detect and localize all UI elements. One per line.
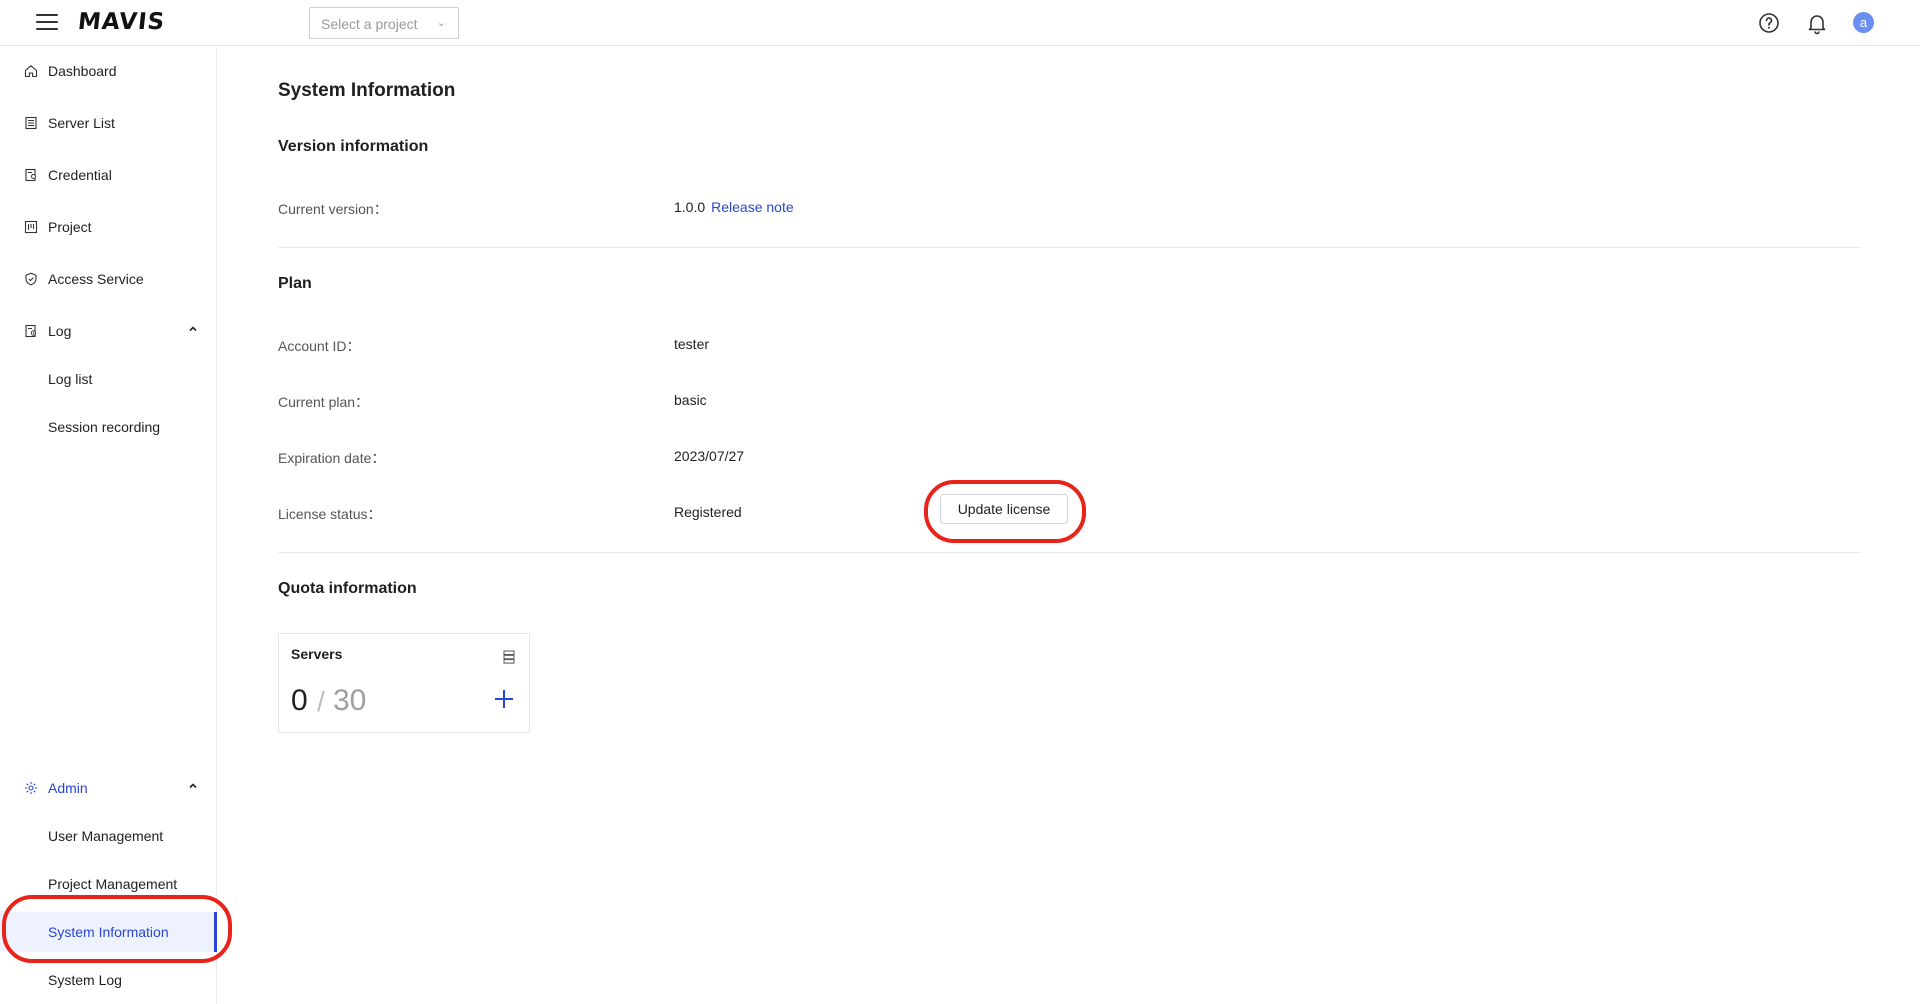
update-license-button[interactable]: Update license [940,494,1068,524]
sidebar: Dashboard Server List Credential Project… [0,47,217,1004]
divider [278,247,1862,248]
version-section-title: Version information [278,138,429,155]
shield-icon [25,272,37,286]
page-title: System Information [278,80,456,101]
current-version-label: Current version： [278,201,388,217]
sidebar-item-log-list[interactable]: Log list [0,359,217,399]
top-bar: MAVIS Select a project ⌄ a [0,0,1920,46]
log-icon [25,324,37,338]
add-icon[interactable] [493,688,515,710]
current-plan-label: Current plan： [278,394,370,410]
bell-icon[interactable] [1805,11,1829,35]
license-status-label: License status： [278,506,382,522]
quota-section-title: Quota information [278,580,417,597]
sidebar-item-session-recording[interactable]: Session recording [0,407,217,447]
plan-section-title: Plan [278,275,312,292]
sidebar-item-system-information[interactable]: System Information [0,912,217,952]
chevron-down-icon: ⌄ [436,17,446,29]
gear-icon [25,782,37,794]
sidebar-item-log[interactable]: Log [0,311,217,351]
sidebar-item-label: Project Management [48,876,178,892]
quota-used: 0 [291,684,308,717]
credential-icon [25,168,36,182]
home-icon [24,65,38,78]
project-select[interactable]: Select a project ⌄ [309,7,459,39]
chevron-up-icon[interactable] [187,780,199,792]
expiration-date-value: 2023/07/27 [674,448,745,464]
menu-icon[interactable] [36,14,58,32]
sidebar-item-label: Credential [48,167,112,183]
divider [278,552,1862,553]
release-note-link[interactable]: Release note [711,199,794,215]
license-status-value: Registered [674,504,742,520]
server-list-icon [25,116,37,130]
current-version-value: 1.0.0 Release note [674,199,794,215]
project-icon [24,220,38,234]
servers-quota-card: Servers 0 / 30 [278,633,530,733]
quota-card-title: Servers [291,646,343,662]
sidebar-item-label: System Log [48,972,122,988]
expiration-date-label: Expiration date： [278,450,386,466]
sidebar-item-admin[interactable]: Admin [0,768,217,808]
sidebar-item-label: Log list [48,371,93,387]
app-logo[interactable]: MAVIS [77,9,167,35]
account-id-label: Account ID： [278,338,361,354]
project-select-placeholder: Select a project [321,16,418,32]
sidebar-item-label: System Information [48,924,169,940]
account-id-value: tester [674,336,710,352]
quota-separator: / [317,686,325,717]
sidebar-item-label: Admin [48,780,88,796]
sidebar-item-dashboard[interactable]: Dashboard [0,51,217,91]
sidebar-item-access-service[interactable]: Access Service [0,259,217,299]
sidebar-item-user-management[interactable]: User Management [0,816,217,856]
server-icon [503,650,515,664]
sidebar-item-label: Log [48,323,72,339]
chevron-up-icon[interactable] [187,323,199,335]
sidebar-item-label: Access Service [48,271,144,287]
sidebar-item-label: Project [48,219,92,235]
sidebar-item-label: Session recording [48,419,161,435]
sidebar-item-system-log[interactable]: System Log [0,960,217,1000]
sidebar-item-credential[interactable]: Credential [0,155,217,195]
sidebar-item-server-list[interactable]: Server List [0,103,217,143]
sidebar-item-label: Server List [48,115,115,131]
help-icon[interactable] [1757,11,1781,35]
avatar[interactable]: a [1853,12,1874,33]
version-number: 1.0.0 [674,199,706,215]
sidebar-item-project-management[interactable]: Project Management [0,864,217,904]
current-plan-value: basic [674,392,707,408]
quota-total: 30 [333,684,367,717]
sidebar-item-label: Dashboard [48,63,117,79]
sidebar-item-project[interactable]: Project [0,207,217,247]
sidebar-item-label: User Management [48,828,164,844]
